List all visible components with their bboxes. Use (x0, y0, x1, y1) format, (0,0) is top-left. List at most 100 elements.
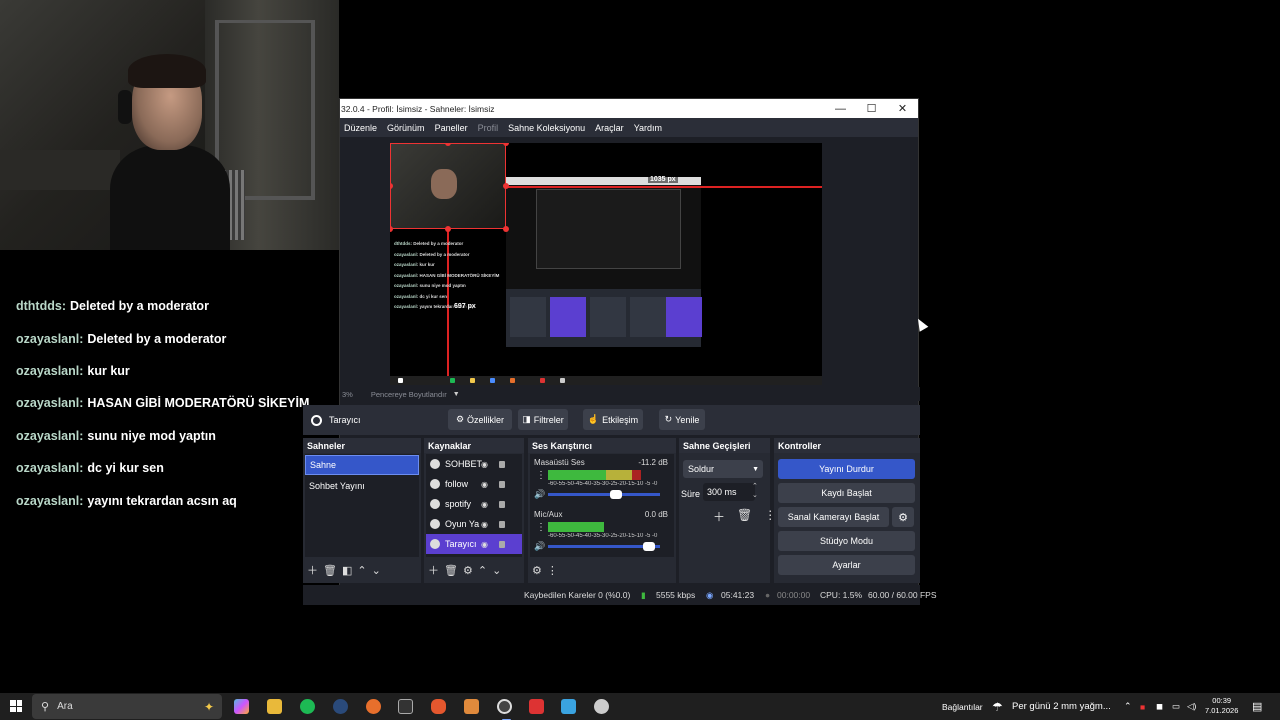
start-virtual-camera-button[interactable]: Sanal Kamerayı Başlat (778, 507, 889, 527)
source-item[interactable]: Oyun Ya ◉ (426, 514, 522, 534)
scene-item[interactable]: Sahne (305, 455, 419, 475)
studio-mode-button[interactable]: Stüdyo Modu (778, 531, 915, 551)
properties-button[interactable]: ⚙ Özellikler (448, 409, 512, 430)
eye-icon[interactable]: ◉ (481, 500, 488, 509)
add-icon[interactable]: ＋ (307, 562, 318, 578)
slider-knob[interactable] (643, 542, 655, 551)
notifications-icon[interactable]: ▤ (1252, 693, 1262, 720)
menu-item[interactable]: Yardım (630, 123, 668, 133)
windows-start-icon[interactable] (10, 700, 22, 712)
add-icon[interactable]: ＋ (428, 562, 439, 578)
trash-icon[interactable]: 🗑 (444, 564, 458, 577)
filter-icon[interactable]: ◧ (342, 564, 352, 577)
menu-item[interactable]: Profil (474, 123, 505, 133)
app-icon[interactable] (464, 699, 479, 714)
resize-handle[interactable] (503, 183, 509, 189)
menu-item[interactable]: Araçlar (591, 123, 630, 133)
eye-icon[interactable]: ◉ (481, 520, 488, 529)
menu-item[interactable]: Görünüm (383, 123, 431, 133)
preview-taskbar-icon (470, 378, 475, 383)
chevron-up-icon[interactable]: ⌃ (357, 564, 366, 577)
preview-canvas[interactable]: dthtdds: Deleted by a moderator ozayaslan… (390, 143, 822, 385)
gear-icon[interactable]: ⚙ (892, 507, 914, 527)
transition-select[interactable]: Soldur ▼ (683, 460, 763, 478)
menu-item[interactable]: Paneller (431, 123, 474, 133)
menu-item[interactable]: Sahne Koleksiyonu (504, 123, 591, 133)
app-blue-icon[interactable] (561, 699, 576, 714)
chevron-up-icon[interactable]: ⌃ (1124, 693, 1132, 720)
preview-webcam-source[interactable] (390, 143, 506, 229)
volume-slider[interactable] (548, 490, 660, 499)
trash-icon[interactable]: 🗑 (323, 564, 337, 577)
eye-icon[interactable]: ◉ (481, 540, 488, 549)
lock-icon[interactable] (499, 541, 505, 548)
gear-icon[interactable]: ⚙ (463, 564, 473, 577)
refresh-button[interactable]: ↻ Yenile (659, 409, 705, 430)
volume-slider[interactable] (548, 542, 660, 551)
streamer (110, 54, 230, 250)
weather-text[interactable]: Per günü 2 mm yağm... (1012, 693, 1111, 720)
more-icon[interactable]: ⋮ (547, 564, 558, 577)
trash-icon[interactable]: 🗑 (737, 508, 752, 525)
speaker-icon[interactable]: 🔊 (534, 489, 545, 500)
steam-icon[interactable] (333, 699, 348, 714)
tray-app-icon[interactable]: ■ (1140, 693, 1145, 720)
spotify-icon[interactable] (300, 699, 315, 714)
chevron-down-icon[interactable]: ⌄ (492, 564, 501, 577)
add-icon[interactable]: ＋ (713, 508, 725, 525)
tray-app-icon[interactable]: ◼ (1156, 693, 1163, 720)
clock[interactable]: 00:39 7.01.2026 (1205, 696, 1238, 716)
zoom-level[interactable]: 3% (342, 390, 353, 399)
more-icon[interactable]: ⋮ (536, 470, 546, 481)
microphone-icon[interactable] (431, 699, 446, 714)
fit-to-window-dropdown[interactable]: Pencereye Boyutlandır (371, 390, 447, 399)
menu-item[interactable]: Düzenle (340, 123, 383, 133)
lock-icon[interactable] (499, 481, 505, 488)
taskbar-search[interactable]: ⚲ Ara ✦ (32, 694, 222, 719)
network-icon[interactable]: ▭ (1172, 693, 1180, 720)
resize-handle[interactable] (390, 226, 393, 232)
copilot-icon[interactable] (234, 699, 249, 714)
speaker-icon[interactable]: 🔊 (534, 541, 545, 552)
minimize-button[interactable]: — (825, 99, 856, 118)
firefox-icon[interactable] (366, 699, 381, 714)
obs-icon[interactable] (497, 699, 512, 720)
epic-games-icon[interactable] (398, 699, 413, 714)
link-icon[interactable]: ⚙ (532, 564, 542, 577)
weather-icon[interactable]: ☂ (992, 693, 1003, 720)
source-item[interactable]: Tarayıcı ◉ (426, 534, 522, 554)
settings-button[interactable]: Ayarlar (778, 555, 915, 575)
close-button[interactable]: ✕ (887, 99, 918, 118)
slider-knob[interactable] (610, 490, 622, 499)
maximize-button[interactable]: ☐ (856, 99, 887, 118)
lock-icon[interactable] (499, 521, 505, 528)
interact-button[interactable]: ☝ Etkileşim (583, 409, 643, 430)
chevron-down-icon[interactable]: ⌄ (372, 564, 381, 577)
connections-label[interactable]: Bağlantılar (942, 693, 983, 720)
stop-stream-button[interactable]: Yayını Durdur (778, 459, 915, 479)
eye-icon[interactable]: ◉ (481, 480, 488, 489)
chevron-down-icon[interactable]: ▼ (453, 391, 460, 398)
scene-item[interactable]: Sohbet Yayını (305, 476, 419, 496)
eye-icon[interactable]: ◉ (481, 460, 488, 469)
file-explorer-icon[interactable] (267, 699, 282, 714)
start-recording-button[interactable]: Kaydı Başlat (778, 483, 915, 503)
lock-icon[interactable] (499, 501, 505, 508)
app-red-icon[interactable] (529, 699, 544, 714)
duration-input[interactable]: 300 ms (703, 483, 755, 501)
source-item[interactable]: follow ◉ (426, 474, 522, 494)
volume-icon[interactable]: ◁) (1187, 693, 1196, 720)
chevron-up-icon[interactable]: ⌃ (478, 564, 487, 577)
nested-dock-panel (550, 297, 586, 337)
resize-handle[interactable] (445, 226, 451, 232)
resize-handle[interactable] (503, 226, 509, 232)
lock-icon[interactable] (499, 461, 505, 468)
source-item[interactable]: spotify ◉ (426, 494, 522, 514)
chat-text: dc yi kur sen (87, 461, 164, 476)
more-icon[interactable]: ⋮ (536, 522, 546, 533)
source-item[interactable]: SOHBET ◉ (426, 454, 522, 474)
filters-button[interactable]: ◨ Filtreler (518, 409, 568, 430)
duration-spinner[interactable]: ⌃ ⌄ (752, 482, 758, 500)
resize-handle[interactable] (503, 143, 509, 146)
chrome-icon[interactable] (594, 699, 609, 714)
